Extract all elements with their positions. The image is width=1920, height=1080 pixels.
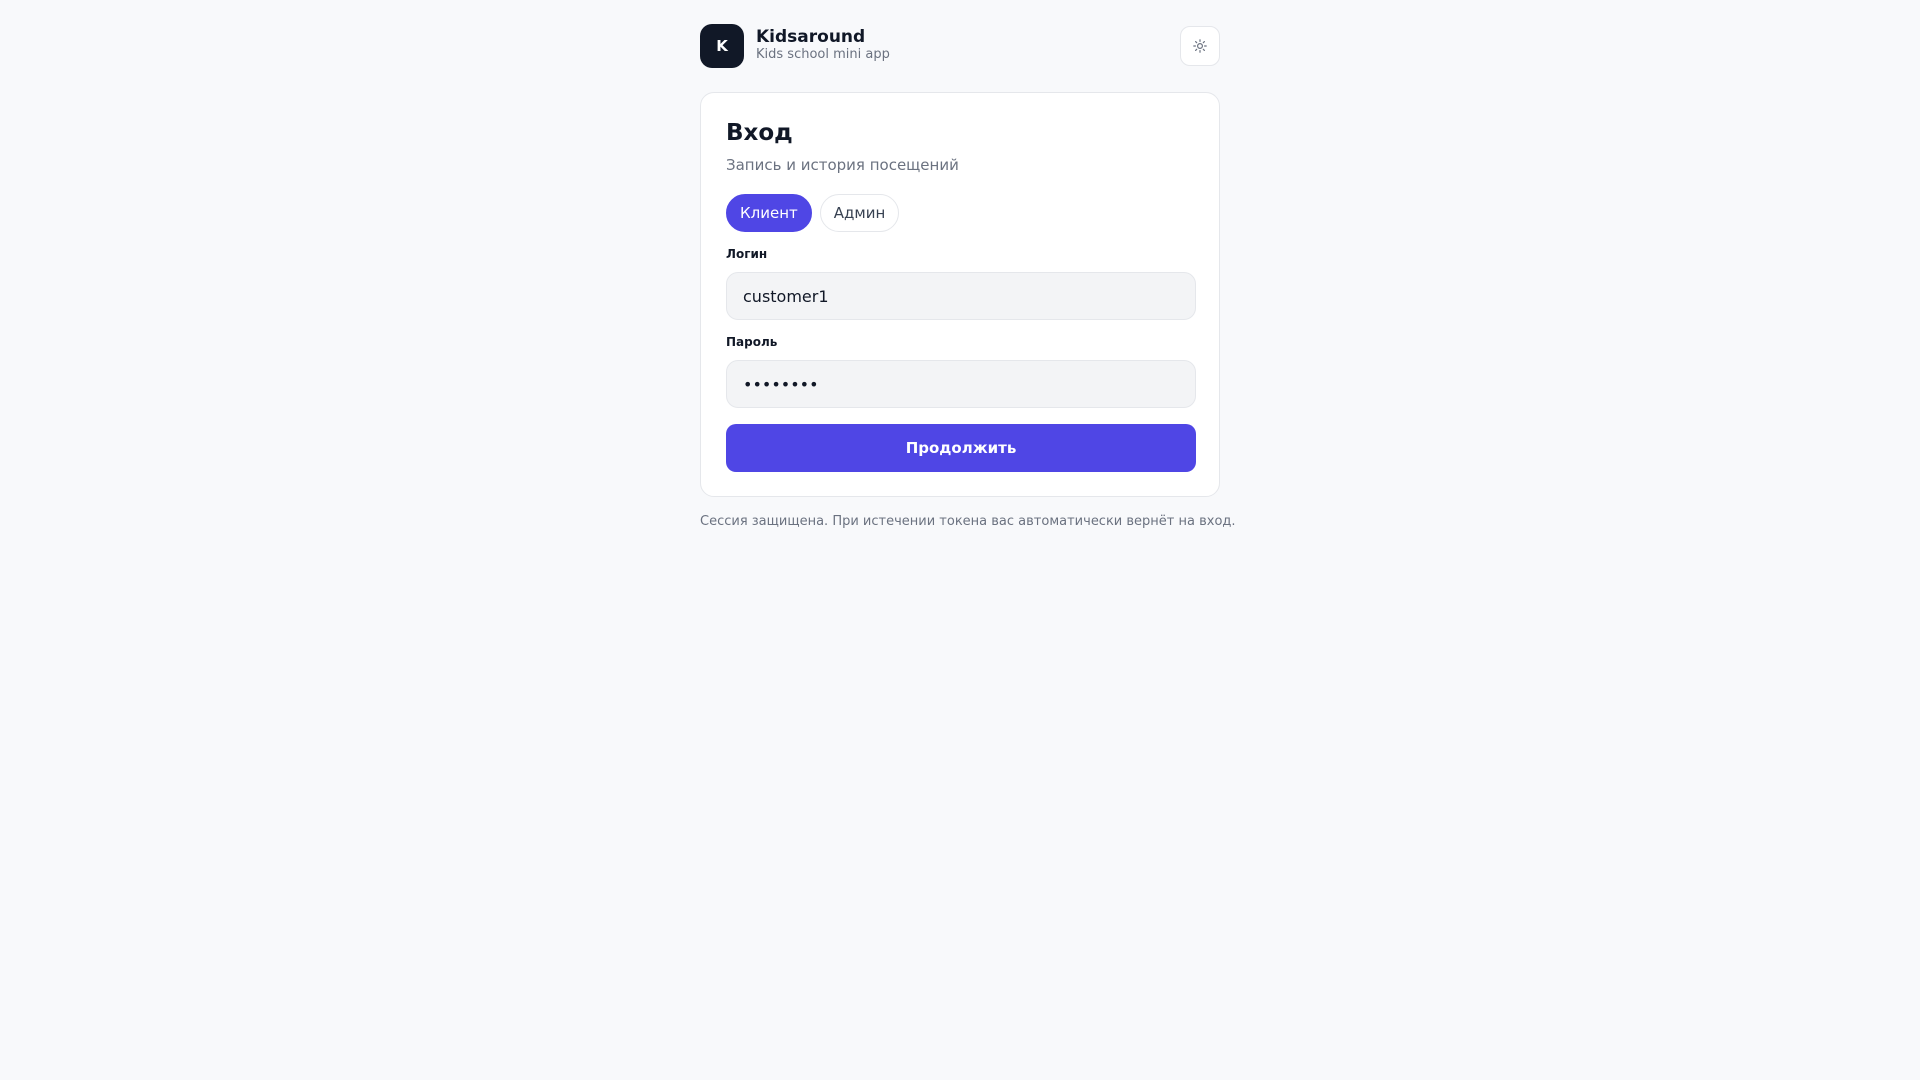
login-page: K Kidsaround Kids school mini app Вход З… — [700, 0, 1236, 529]
continue-button[interactable]: Продолжить — [726, 424, 1196, 472]
session-note: Сессия защищена. При истечении токена ва… — [700, 514, 1236, 529]
login-input[interactable] — [726, 272, 1196, 320]
login-title: Вход — [726, 120, 793, 146]
app-logo: K — [700, 24, 744, 68]
app-subtitle: Kids school mini app — [756, 47, 890, 62]
password-label: Пароль — [726, 335, 778, 349]
login-card: Вход Запись и история посещений Клиент А… — [700, 92, 1220, 497]
login-label: Логин — [726, 247, 768, 261]
password-input[interactable] — [726, 360, 1196, 408]
tab-client[interactable]: Клиент — [726, 194, 812, 232]
login-subtitle: Запись и история посещений — [726, 156, 959, 174]
sun-icon — [1193, 39, 1207, 53]
app-header: K Kidsaround Kids school mini app — [700, 0, 1220, 92]
theme-toggle-button[interactable] — [1180, 26, 1220, 66]
app-name: Kidsaround — [756, 27, 866, 47]
role-tabs: Клиент Админ — [726, 194, 900, 232]
tab-admin[interactable]: Админ — [819, 194, 900, 232]
